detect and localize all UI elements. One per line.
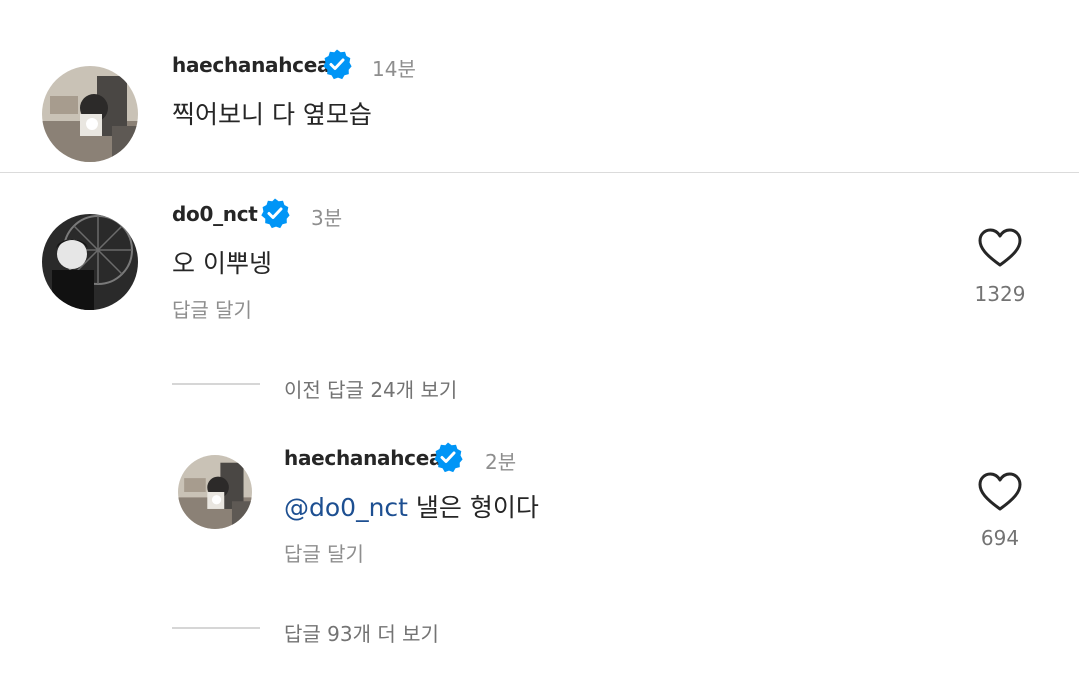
verified-badge-icon xyxy=(259,197,291,229)
like-count: 1329 xyxy=(974,282,1026,306)
comment-text: 찍어보니 다 옆모습 xyxy=(172,100,372,129)
avatar-photo xyxy=(42,214,138,310)
verified-badge-icon xyxy=(432,441,464,473)
avatar-photo xyxy=(178,455,252,529)
avatar[interactable] xyxy=(42,214,138,310)
comment-text: 오 이뿌넹 xyxy=(172,249,272,278)
reply-username[interactable]: haechanahceah xyxy=(284,446,456,470)
avatar[interactable] xyxy=(178,455,252,529)
view-previous-replies-button[interactable]: 이전 답글 24개 보기 xyxy=(284,374,457,403)
avatar[interactable] xyxy=(42,66,138,162)
thread-line xyxy=(172,383,260,385)
verified-badge-icon xyxy=(321,48,353,80)
heart-outline-icon[interactable] xyxy=(978,228,1022,268)
thread-line xyxy=(172,627,260,629)
reply-button[interactable]: 답글 달기 xyxy=(284,538,364,567)
avatar-photo xyxy=(42,66,138,162)
comment-username[interactable]: do0_nct xyxy=(172,202,258,226)
mention-link[interactable]: @do0_nct xyxy=(284,493,408,522)
reply-text: @do0_nct 낼은 형이다 xyxy=(284,488,539,524)
reply-button[interactable]: 답글 달기 xyxy=(172,294,252,323)
heart-outline-icon[interactable] xyxy=(978,472,1022,512)
comment-time: 14분 xyxy=(372,57,416,81)
divider xyxy=(0,172,1079,173)
view-more-replies-button[interactable]: 답글 93개 더 보기 xyxy=(284,618,439,647)
comments-page: haechanahceah 14분 찍어보니 다 옆모습 do0_nct 3분 … xyxy=(0,0,1079,673)
reply-time: 2분 xyxy=(485,450,517,474)
comment-username[interactable]: haechanahceah xyxy=(172,53,344,77)
like-count: 694 xyxy=(980,526,1020,550)
reply-body: 낼은 형이다 xyxy=(407,493,539,522)
comment-time: 3분 xyxy=(311,206,343,230)
